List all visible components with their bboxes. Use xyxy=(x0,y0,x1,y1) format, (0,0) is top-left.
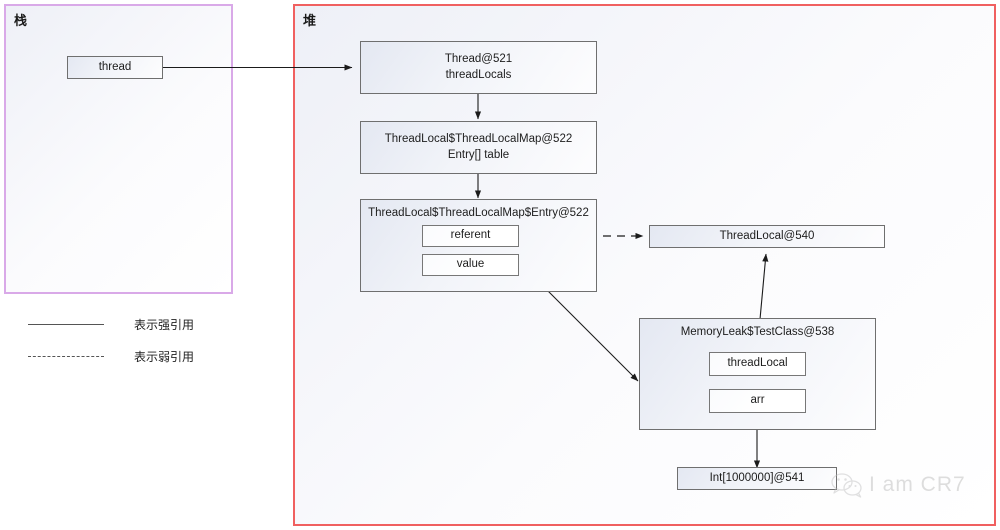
diagram-canvas: 栈 堆 ThreadLocal@540 (weak / dashed) --> xyxy=(0,0,1000,530)
heap-object-threadlocalmap[interactable]: ThreadLocal$ThreadLocalMap@522 Entry[] t… xyxy=(360,121,597,174)
testclass-field-arr[interactable]: arr xyxy=(709,389,806,413)
stack-region xyxy=(4,4,233,294)
watermark-text: I am CR7 xyxy=(869,473,966,496)
wechat-icon xyxy=(831,473,862,498)
entry-field-referent[interactable]: referent xyxy=(422,225,519,247)
legend-strong-reference-label: 表示强引用 xyxy=(134,318,195,332)
entry-field-referent-label: referent xyxy=(450,229,491,242)
legend-dashed-line-icon xyxy=(28,356,104,357)
heap-object-int-array[interactable]: Int[1000000]@541 xyxy=(677,467,837,490)
legend-row-strong-reference: 表示强引用 xyxy=(28,316,194,333)
heap-object-threadlocalmap-line2: Entry[] table xyxy=(447,148,510,161)
heap-region-title: 堆 xyxy=(303,14,317,29)
stack-variable-thread[interactable]: thread xyxy=(67,56,163,79)
testclass-field-arr-label: arr xyxy=(750,394,765,407)
entry-field-value-label: value xyxy=(456,258,485,271)
heap-object-thread-line1: Thread@521 xyxy=(444,52,513,65)
heap-object-threadlocal-label: ThreadLocal@540 xyxy=(719,229,815,242)
heap-object-testclass-title: MemoryLeak$TestClass@538 xyxy=(680,326,835,338)
heap-object-thread-line2: threadLocals xyxy=(445,68,512,81)
watermark: I am CR7 xyxy=(830,472,966,498)
stack-region-title: 栈 xyxy=(14,14,28,29)
heap-object-threadlocal[interactable]: ThreadLocal@540 xyxy=(649,225,885,248)
heap-object-threadlocalmap-line1: ThreadLocal$ThreadLocalMap@522 xyxy=(384,132,573,145)
legend-solid-line-icon xyxy=(28,324,104,325)
heap-object-entry-title: ThreadLocal$ThreadLocalMap$Entry@522 xyxy=(368,207,589,219)
testclass-field-threadlocal[interactable]: threadLocal xyxy=(709,352,806,376)
heap-object-thread[interactable]: Thread@521 threadLocals xyxy=(360,41,597,94)
entry-field-value[interactable]: value xyxy=(422,254,519,276)
stack-variable-thread-label: thread xyxy=(98,60,132,73)
testclass-field-threadlocal-label: threadLocal xyxy=(727,357,788,370)
legend-row-weak-reference: 表示弱引用 xyxy=(28,348,194,365)
legend-weak-reference-label: 表示弱引用 xyxy=(134,350,195,364)
heap-object-int-array-label: Int[1000000]@541 xyxy=(709,471,805,484)
